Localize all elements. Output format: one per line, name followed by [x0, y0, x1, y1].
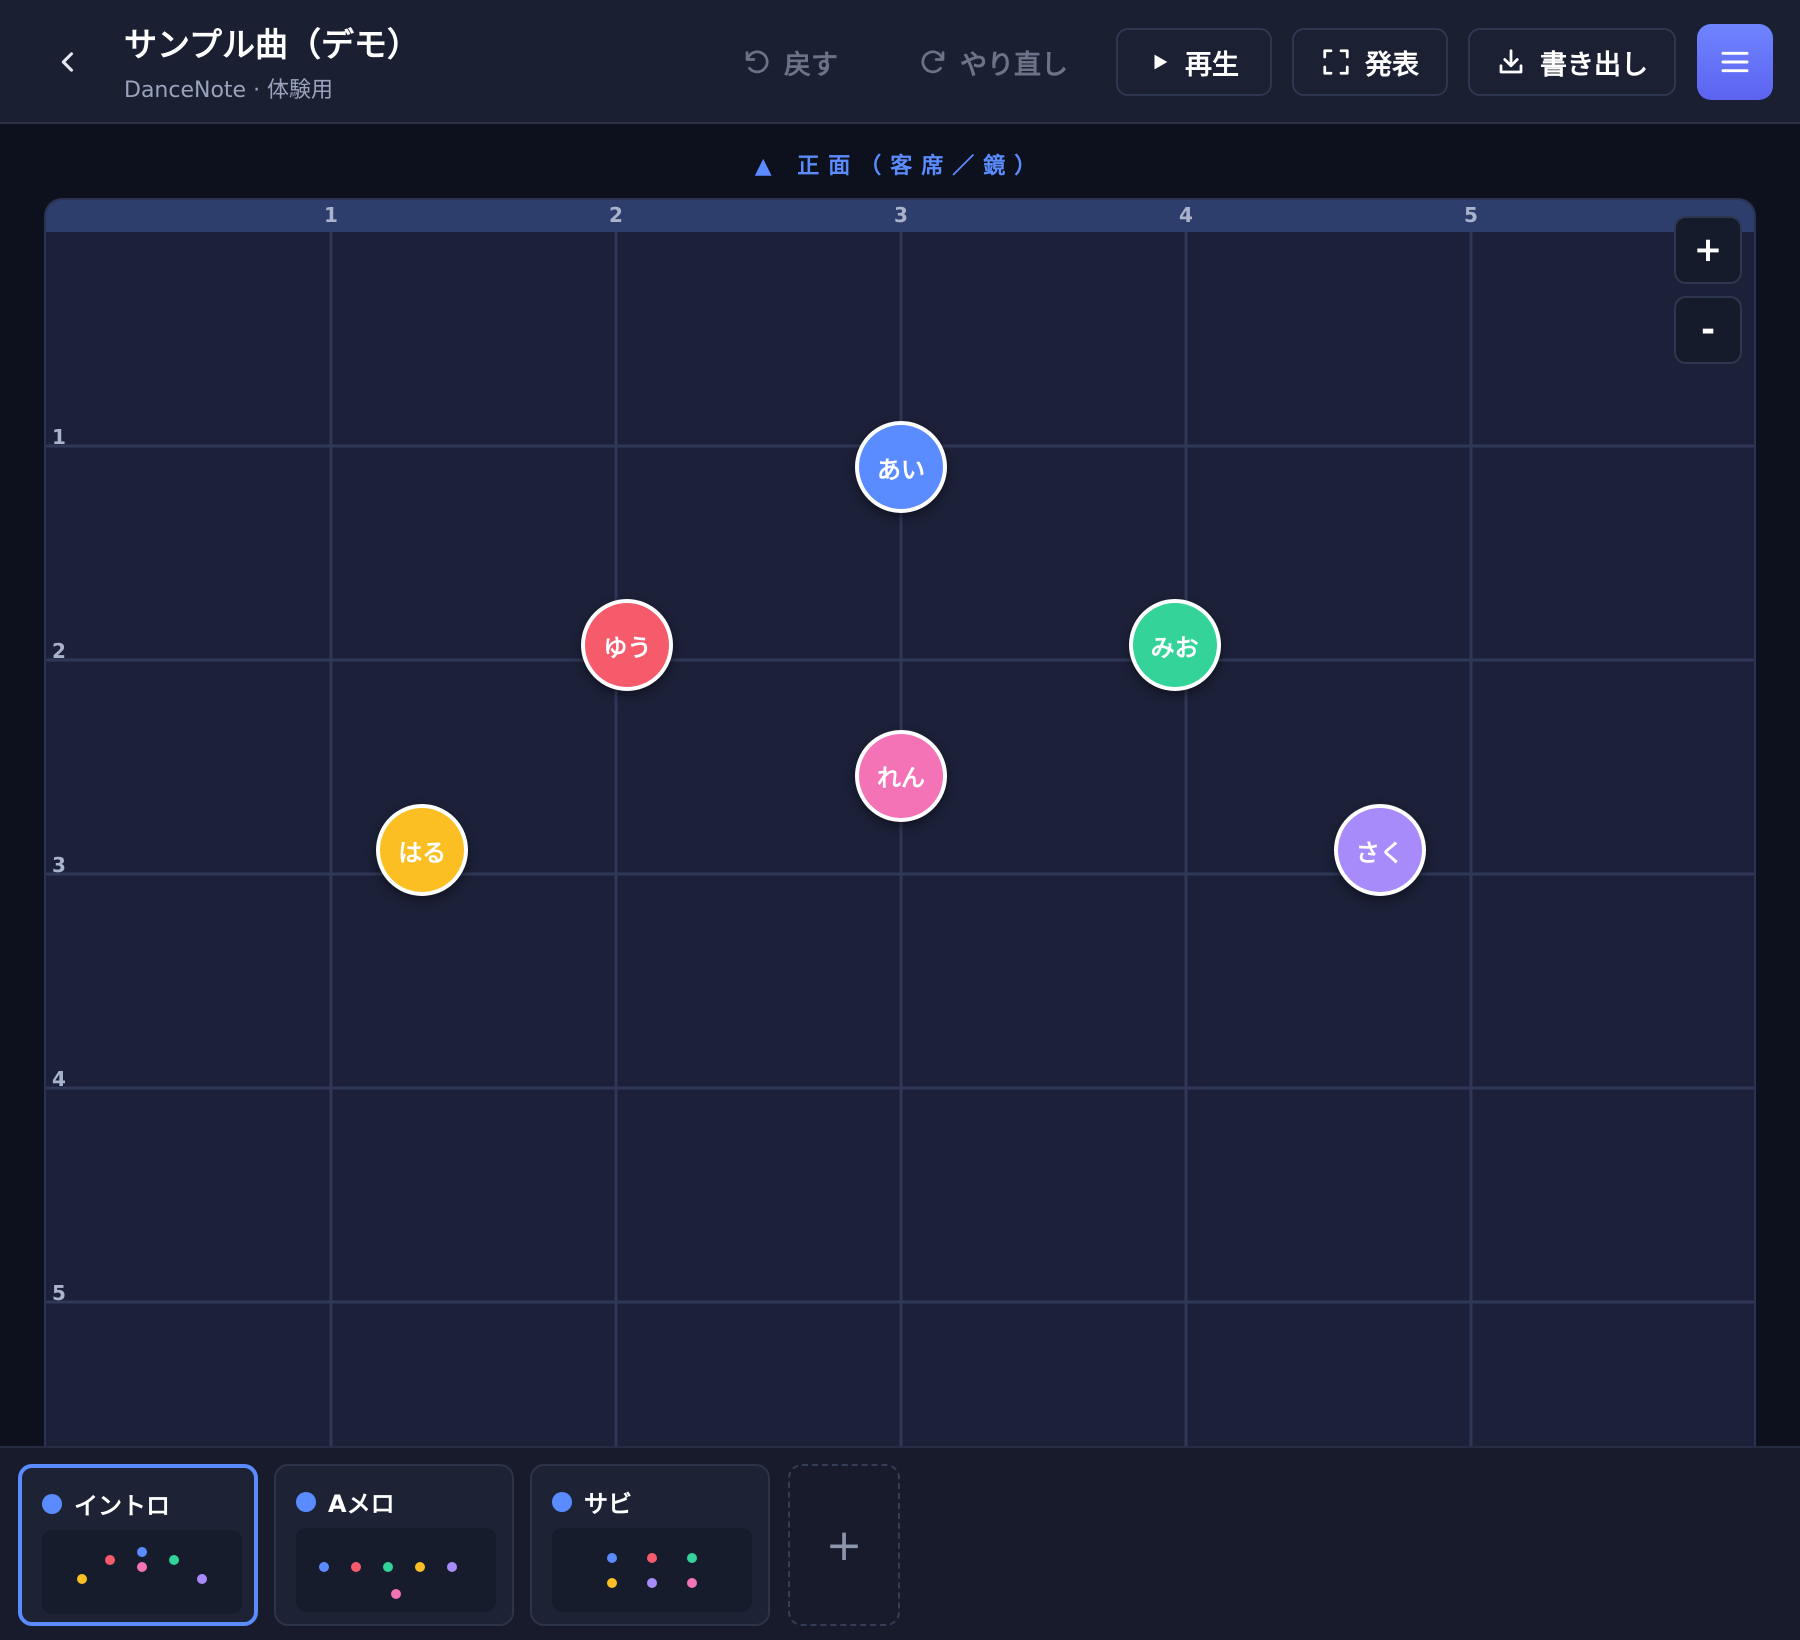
back-button[interactable] — [44, 38, 92, 86]
undo-button[interactable]: 戻す — [742, 34, 838, 90]
zoom-out-button[interactable]: - — [1674, 296, 1742, 364]
scene-formation-preview — [296, 1528, 496, 1612]
scene-label: イントロ — [74, 1492, 170, 1520]
preview-dancer-dot — [169, 1555, 179, 1566]
play-icon — [1154, 54, 1168, 70]
preview-dancer-dot — [607, 1553, 617, 1564]
grid-row-label: 4 — [52, 1067, 66, 1091]
preview-dancer-dot — [137, 1546, 147, 1557]
fullscreen-icon — [1323, 49, 1349, 75]
scene-card-header: イントロ — [42, 1486, 170, 1521]
menu-button[interactable] — [1697, 24, 1773, 100]
preview-dancer-dot — [197, 1573, 207, 1584]
export-button[interactable]: 書き出し — [1468, 28, 1676, 96]
preview-dancer-dot — [647, 1553, 657, 1564]
zoom-in-button[interactable]: + — [1674, 216, 1742, 284]
add-scene-button[interactable]: + — [788, 1464, 900, 1626]
scene-strip: + イントロ Aメロ サビ — [0, 1446, 1800, 1640]
grid-col-label: 5 — [1464, 203, 1478, 227]
download-icon — [1499, 49, 1523, 74]
front-direction-label: ▲ 正面（客席／鏡） — [754, 154, 1046, 179]
grid-row-label: 2 — [52, 639, 66, 663]
grid-col-label: 3 — [894, 203, 908, 227]
song-title: サンプル曲（デモ） — [124, 25, 421, 64]
preview-dancer-dot — [391, 1588, 401, 1599]
scene-card-header: サビ — [552, 1484, 632, 1519]
scene-card[interactable]: Aメロ — [274, 1464, 514, 1626]
stage-grid[interactable]: 1 2 3 4 5 1 2 3 4 5 + - あいゆう みおれんはる さく — [44, 198, 1756, 1446]
scene-label: サビ — [584, 1490, 632, 1518]
grid-row-label: 3 — [52, 853, 66, 877]
preview-dancer-dot — [137, 1561, 147, 1572]
scene-card[interactable]: サビ — [530, 1464, 770, 1626]
dancer-marker[interactable]: さく — [1333, 804, 1426, 897]
preview-dancer-dot — [105, 1555, 115, 1566]
grid-row-label: 5 — [52, 1281, 66, 1305]
dancer-marker[interactable]: みお — [1128, 599, 1221, 692]
preview-dancer-dot — [415, 1562, 425, 1573]
scene-label: Aメロ — [328, 1490, 395, 1518]
scene-card-header: Aメロ — [296, 1484, 395, 1519]
app-subtitle: DanceNote · 体験用 — [124, 78, 334, 103]
preview-dancer-dot — [77, 1573, 87, 1584]
top-bar: サンプル曲（デモ） DanceNote · 体験用 戻す やり直し 再生 発表 … — [0, 0, 1800, 124]
grid-col-label: 4 — [1179, 203, 1193, 227]
dancer-marker[interactable]: ゆう — [581, 599, 674, 692]
preview-dancer-dot — [447, 1562, 457, 1573]
preview-dancer-dot — [687, 1553, 697, 1564]
undo-icon — [745, 50, 769, 74]
preview-dancer-dot — [647, 1578, 657, 1589]
preview-dancer-dot — [383, 1562, 393, 1573]
scene-color-dot — [552, 1491, 572, 1512]
present-label: 発表 — [1365, 49, 1419, 81]
scene-color-dot — [42, 1493, 62, 1514]
scene-color-dot — [296, 1491, 316, 1512]
dancer-marker[interactable]: れん — [855, 729, 947, 822]
hamburger-menu-icon — [1721, 51, 1749, 73]
preview-dancer-dot — [319, 1562, 329, 1573]
scene-card[interactable]: イントロ — [18, 1464, 258, 1626]
export-label: 書き出し — [1540, 49, 1648, 81]
scene-formation-preview — [552, 1528, 752, 1612]
dancer-marker[interactable]: はる — [376, 804, 469, 897]
redo-button[interactable]: やり直し — [918, 34, 1068, 90]
preview-dancer-dot — [351, 1562, 361, 1573]
play-button[interactable]: 再生 — [1116, 28, 1272, 96]
chevron-left-icon — [61, 52, 74, 72]
grid-col-label: 1 — [324, 203, 338, 227]
redo-icon — [921, 50, 945, 74]
grid-col-label: 2 — [609, 203, 623, 227]
play-label: 再生 — [1185, 49, 1239, 81]
undo-label: 戻す — [784, 49, 838, 81]
preview-dancer-dot — [687, 1578, 697, 1589]
stage-grid-lines: 1 2 3 4 5 1 2 3 4 5 — [46, 203, 1754, 1446]
dancer-marker[interactable]: あい — [855, 421, 947, 514]
present-button[interactable]: 発表 — [1292, 28, 1448, 96]
redo-label: やり直し — [960, 49, 1068, 81]
grid-row-label: 1 — [52, 425, 66, 449]
scene-formation-preview — [42, 1530, 242, 1614]
preview-dancer-dot — [607, 1578, 617, 1589]
